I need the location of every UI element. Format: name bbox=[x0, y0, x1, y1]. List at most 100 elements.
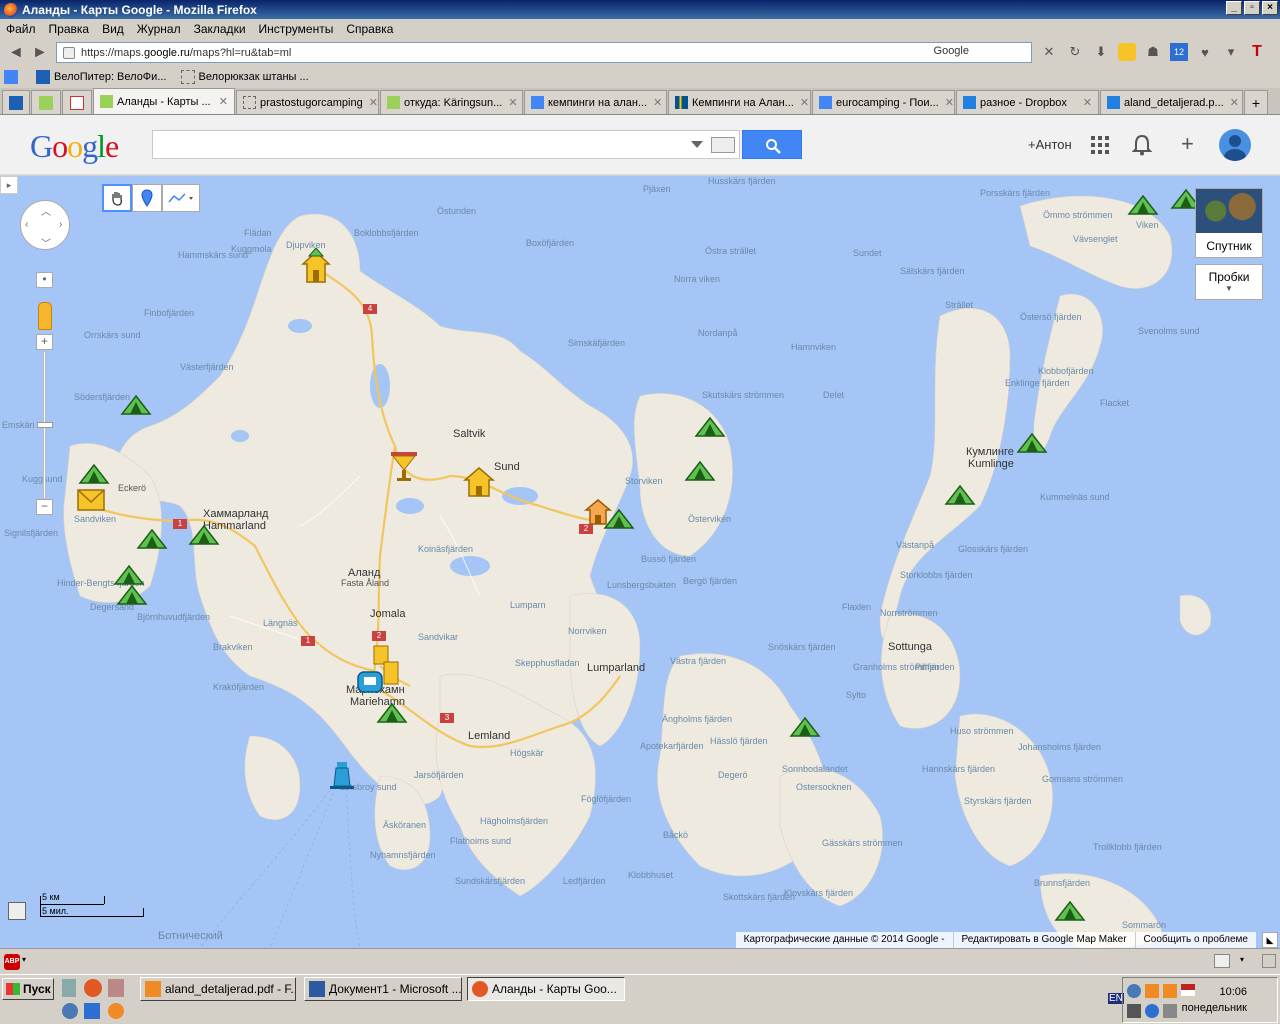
screenshot-dropdown-icon[interactable]: ▾ bbox=[1240, 955, 1244, 964]
resize-grip-icon[interactable] bbox=[1262, 954, 1276, 968]
overflow-icon[interactable]: » bbox=[1274, 43, 1280, 61]
menu-tools[interactable]: Инструменты bbox=[259, 22, 334, 36]
site-identity-icon[interactable] bbox=[63, 46, 75, 59]
android-icon[interactable]: ☗ bbox=[1144, 43, 1162, 61]
menu-view[interactable]: Вид bbox=[102, 22, 124, 36]
campsite-marker-icon[interactable] bbox=[1127, 194, 1159, 216]
url-input[interactable]: https://maps. google.ru/maps?hl=ru&tab=ml… bbox=[56, 42, 1032, 63]
avatar[interactable] bbox=[1219, 129, 1251, 161]
menu-dropdown-icon[interactable]: ▾ bbox=[1222, 43, 1240, 61]
search-dropdown-icon[interactable] bbox=[691, 141, 703, 148]
satellite-toggle[interactable]: Спутник bbox=[1195, 188, 1263, 258]
search-button[interactable] bbox=[742, 130, 802, 159]
lodging-marker-icon[interactable] bbox=[584, 498, 612, 526]
new-tab-button[interactable]: + bbox=[1244, 90, 1268, 114]
campsite-marker-icon[interactable] bbox=[136, 528, 168, 550]
close-tab-icon[interactable]: ✕ bbox=[794, 96, 809, 109]
pinned-tab-maps[interactable] bbox=[31, 90, 61, 114]
close-tab-icon[interactable]: ✕ bbox=[939, 96, 954, 109]
campsite-marker-icon[interactable] bbox=[120, 394, 152, 416]
tray-shield-icon[interactable] bbox=[1145, 1004, 1159, 1018]
quicklaunch-app-icon[interactable] bbox=[108, 979, 124, 997]
book-icon[interactable] bbox=[8, 902, 26, 920]
adblock-plus-icon[interactable]: ABP bbox=[4, 954, 20, 970]
reload-icon[interactable]: ↻ bbox=[1066, 43, 1084, 61]
zoom-out-button[interactable]: − bbox=[36, 499, 53, 515]
download-icon[interactable]: ⬇ bbox=[1092, 43, 1110, 61]
keyboard-icon[interactable] bbox=[711, 137, 735, 153]
tray-network-icon[interactable] bbox=[1127, 984, 1141, 998]
report-problem-link[interactable]: Сообщить о проблеме bbox=[1134, 932, 1256, 948]
traffic-toggle[interactable]: Пробки ▼ bbox=[1195, 264, 1263, 300]
calendar-icon[interactable]: 12 bbox=[1170, 43, 1188, 61]
menu-file[interactable]: Файл bbox=[6, 22, 36, 36]
edit-in-map-maker-link[interactable]: Редактировать в Google Map Maker bbox=[952, 932, 1135, 948]
tray-app-icon[interactable] bbox=[1145, 984, 1159, 998]
bookmark-velopiter[interactable]: ВелоПитер: ВелоФи... bbox=[36, 70, 167, 84]
side-panel-toggle[interactable]: ▸ bbox=[0, 176, 18, 194]
quicklaunch-desktop-icon[interactable] bbox=[62, 979, 76, 997]
draw-line-tool-button[interactable] bbox=[162, 184, 200, 212]
stop-icon[interactable]: ✕ bbox=[1040, 43, 1058, 61]
quicklaunch-network-icon[interactable] bbox=[62, 1003, 78, 1019]
close-tab-icon[interactable]: ✕ bbox=[1077, 96, 1092, 109]
clock[interactable]: 10:06 понедельник bbox=[1182, 986, 1247, 1014]
share-plus-icon[interactable]: + bbox=[1181, 131, 1194, 157]
tab-aland-pdf[interactable]: aland_detaljerad.p... ✕ bbox=[1100, 90, 1243, 114]
tab-dropbox[interactable]: разное - Dropbox ✕ bbox=[956, 90, 1099, 114]
menu-bookmarks[interactable]: Закладки bbox=[194, 22, 246, 36]
forward-arrow-icon[interactable]: ► bbox=[32, 44, 48, 62]
bar-marker-icon[interactable] bbox=[389, 450, 419, 482]
tray-volume-icon[interactable] bbox=[1163, 1004, 1177, 1018]
place-marker-tool-button[interactable] bbox=[132, 184, 162, 212]
pan-up-icon[interactable]: ︿ bbox=[41, 203, 51, 218]
lighthouse-marker-icon[interactable] bbox=[327, 760, 357, 790]
campsite-marker-icon[interactable] bbox=[116, 584, 148, 606]
campsite-marker-icon[interactable] bbox=[78, 463, 110, 485]
my-location-icon[interactable]: • bbox=[36, 272, 53, 288]
ferry-terminal-marker-icon[interactable] bbox=[356, 668, 384, 696]
campsite-marker-icon[interactable] bbox=[376, 702, 408, 724]
lodging-marker-icon[interactable] bbox=[301, 248, 331, 286]
pan-left-icon[interactable]: ‹ bbox=[25, 219, 28, 230]
zoom-slider-handle[interactable] bbox=[37, 422, 53, 428]
bookmark-velorukzak[interactable]: Велорюкзак штаны ... bbox=[180, 70, 309, 84]
pocket-icon[interactable]: ♥ bbox=[1196, 43, 1214, 61]
translate-icon[interactable]: T bbox=[1248, 43, 1266, 61]
post-office-marker-icon[interactable] bbox=[76, 488, 106, 514]
bookmark-google[interactable] bbox=[4, 70, 22, 84]
campsite-marker-icon[interactable] bbox=[684, 460, 716, 482]
campsite-marker-icon[interactable] bbox=[188, 524, 220, 546]
google-logo[interactable]: Google bbox=[30, 128, 119, 165]
campsite-marker-icon[interactable] bbox=[1054, 900, 1086, 922]
close-tab-icon[interactable]: ✕ bbox=[502, 96, 517, 109]
user-name-link[interactable]: +Антон bbox=[1028, 137, 1072, 152]
apps-grid-icon[interactable] bbox=[1091, 136, 1109, 154]
street-view-pegman-icon[interactable] bbox=[38, 302, 52, 330]
pan-control[interactable]: ︿ ﹀ ‹ › bbox=[20, 200, 70, 250]
maximize-button[interactable]: ▫ bbox=[1244, 1, 1260, 15]
taskbar-item-firefox[interactable]: Аланды - Карты Goo... bbox=[467, 977, 625, 1001]
close-button[interactable]: × bbox=[1262, 1, 1278, 15]
pan-down-icon[interactable]: ﹀ bbox=[41, 235, 51, 250]
tab-eurocamping[interactable]: eurocamping - Пои... ✕ bbox=[812, 90, 955, 114]
zoom-in-button[interactable]: + bbox=[36, 334, 53, 350]
tab-aland-maps[interactable]: Аланды - Карты ... ✕ bbox=[93, 88, 235, 114]
tab-karingsund[interactable]: откуда: Käringsun... ✕ bbox=[380, 90, 523, 114]
close-tab-icon[interactable]: ✕ bbox=[1224, 96, 1239, 109]
tab-kempingi[interactable]: Кемпинги на Алан... ✕ bbox=[668, 90, 811, 114]
tab-kempingi-search[interactable]: кемпинги на алан... ✕ bbox=[524, 90, 667, 114]
campsite-marker-icon[interactable] bbox=[113, 564, 145, 586]
back-arrow-icon[interactable]: ◄ bbox=[8, 44, 24, 62]
map-canvas[interactable]: 4 1 2 3 1 2 Saltvik Sund Хаммарланд Hamm… bbox=[0, 176, 1280, 948]
campsite-marker-icon[interactable] bbox=[1016, 432, 1048, 454]
start-button[interactable]: Пуск bbox=[2, 978, 54, 1000]
pan-right-icon[interactable]: › bbox=[59, 219, 62, 230]
minimize-button[interactable]: _ bbox=[1226, 1, 1242, 15]
menu-history[interactable]: Журнал bbox=[137, 22, 181, 36]
close-tab-icon[interactable]: ✕ bbox=[213, 95, 228, 108]
taskbar-item-pdf[interactable]: aland_detaljerad.pdf - F... bbox=[140, 977, 296, 1001]
quicklaunch-skype-icon[interactable] bbox=[84, 1003, 100, 1019]
lodging-marker-icon[interactable] bbox=[463, 466, 495, 498]
tray-monitor-icon[interactable] bbox=[1127, 1004, 1141, 1018]
